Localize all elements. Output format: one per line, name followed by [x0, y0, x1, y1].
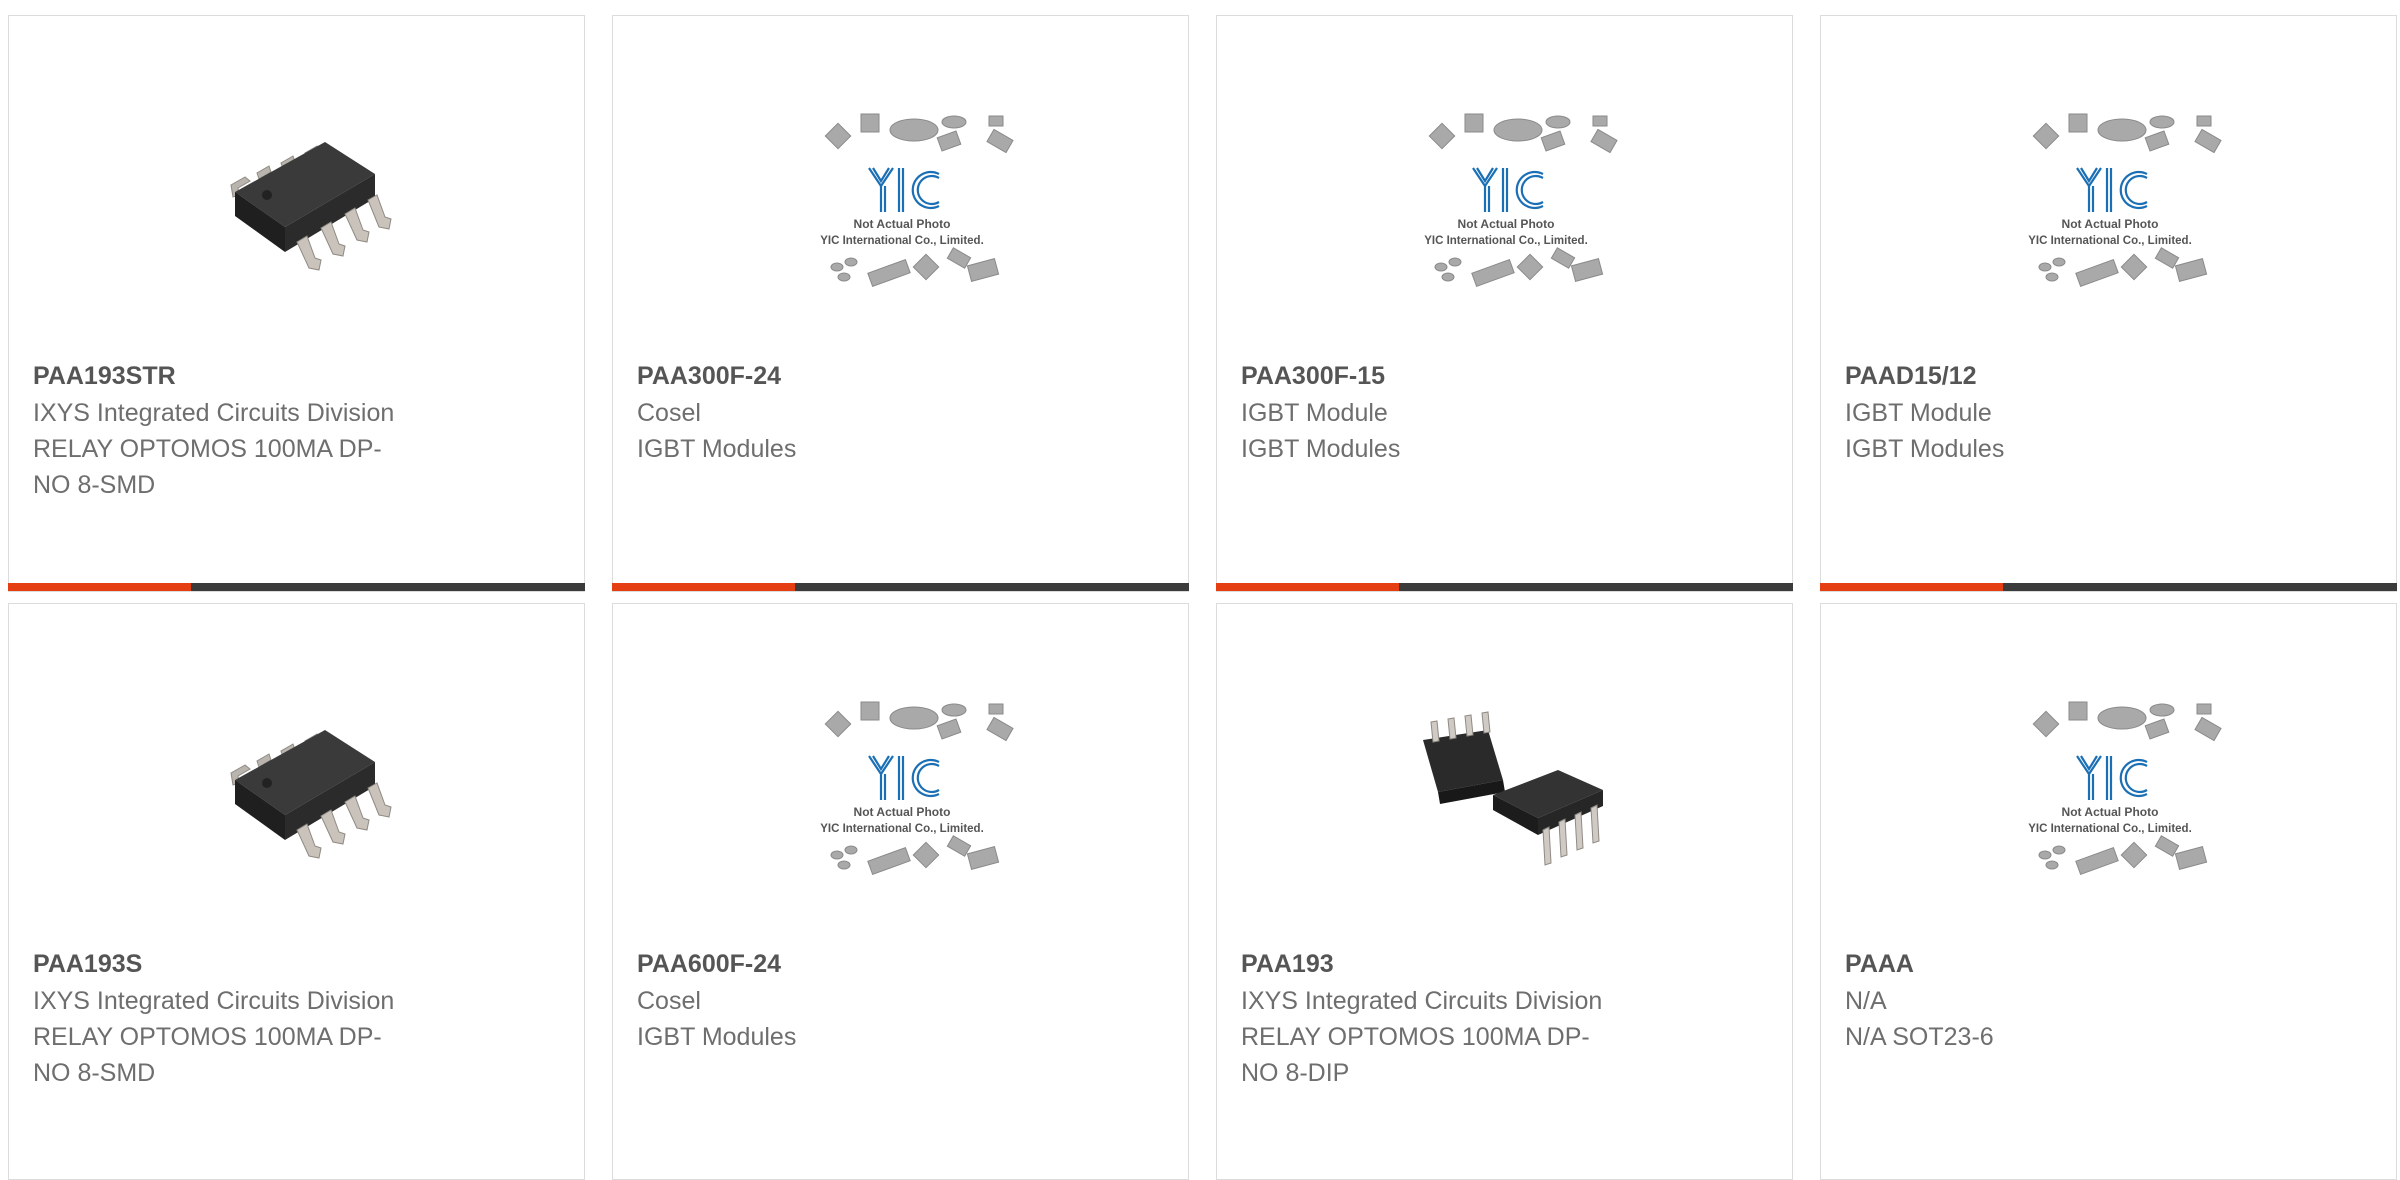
part-number[interactable]: PAA600F-24	[637, 946, 1067, 983]
product-line-1: Cosel	[637, 399, 701, 427]
product-line-2: IGBT Modules	[1845, 435, 2005, 463]
accent-bar-dark	[191, 583, 585, 591]
part-number[interactable]: PAA300F-15	[1241, 358, 1671, 395]
product-info: PAA300F-24 Cosel IGBT Modules	[637, 358, 1067, 467]
accent-bar-dark	[2003, 583, 2397, 591]
product-card[interactable]: PAA193STR IXYS Integrated Circuits Divis…	[8, 15, 585, 592]
part-number[interactable]: PAAA	[1845, 946, 2275, 983]
card-accent-bar	[8, 583, 585, 591]
product-card[interactable]: PAA193 IXYS Integrated Circuits Division…	[1216, 603, 1793, 1180]
product-line-2: IGBT Modules	[637, 435, 797, 463]
smd-8-chip-icon	[185, 82, 411, 308]
product-image[interactable]: Not Actual Photo YIC International Co., …	[1393, 82, 1619, 308]
product-line-3: NO 8-SMD	[33, 471, 156, 499]
product-info: PAAD15/12 IGBT Module IGBT Modules	[1845, 358, 2275, 467]
product-line-1: IGBT Module	[1241, 399, 1388, 427]
yic-placeholder-image: Not Actual Photo YIC International Co., …	[789, 670, 1015, 896]
product-line-2: IGBT Modules	[1241, 435, 1401, 463]
placeholder-caption-1: Not Actual Photo	[854, 217, 951, 231]
product-image[interactable]	[185, 82, 411, 308]
product-image[interactable]: Not Actual Photo YIC International Co., …	[789, 82, 1015, 308]
placeholder-caption-1: Not Actual Photo	[1458, 217, 1555, 231]
product-image[interactable]	[1393, 670, 1619, 896]
product-info: PAA193S IXYS Integrated Circuits Divisio…	[33, 946, 463, 1091]
product-grid: PAA193STR IXYS Integrated Circuits Divis…	[8, 15, 2397, 1180]
product-image[interactable]: Not Actual Photo YIC International Co., …	[1997, 82, 2223, 308]
placeholder-caption-1: Not Actual Photo	[2062, 805, 2159, 819]
part-number[interactable]: PAA193	[1241, 946, 1671, 983]
product-line-1: IXYS Integrated Circuits Division	[1241, 987, 1603, 1015]
product-info: PAAA N/A N/A SOT23-6	[1845, 946, 2275, 1055]
accent-bar-dark	[795, 583, 1189, 591]
product-line-2: RELAY OPTOMOS 100MA DP-	[1241, 1023, 1590, 1051]
product-info: PAA600F-24 Cosel IGBT Modules	[637, 946, 1067, 1055]
card-accent-bar	[612, 583, 1189, 591]
product-card[interactable]: PAA193S IXYS Integrated Circuits Divisio…	[8, 603, 585, 1180]
product-card[interactable]: Not Actual Photo YIC International Co., …	[612, 15, 1189, 592]
product-image[interactable]	[185, 670, 411, 896]
product-line-1: Cosel	[637, 987, 701, 1015]
product-card[interactable]: Not Actual Photo YIC International Co., …	[612, 603, 1189, 1180]
placeholder-caption-2: YIC International Co., Limited.	[820, 823, 984, 835]
part-number[interactable]: PAA300F-24	[637, 358, 1067, 395]
product-line-3: NO 8-SMD	[33, 1059, 156, 1087]
product-info: PAA193 IXYS Integrated Circuits Division…	[1241, 946, 1671, 1091]
accent-bar-red	[1820, 583, 2003, 591]
product-image[interactable]: Not Actual Photo YIC International Co., …	[1997, 670, 2223, 896]
yic-placeholder-image: Not Actual Photo YIC International Co., …	[1997, 82, 2223, 308]
product-line-3: NO 8-DIP	[1241, 1059, 1350, 1087]
product-line-2: RELAY OPTOMOS 100MA DP-	[33, 1023, 382, 1051]
part-number[interactable]: PAA193S	[33, 946, 463, 983]
product-info: PAA300F-15 IGBT Module IGBT Modules	[1241, 358, 1671, 467]
part-number[interactable]: PAAD15/12	[1845, 358, 2275, 395]
product-info: PAA193STR IXYS Integrated Circuits Divis…	[33, 358, 463, 503]
placeholder-caption-1: Not Actual Photo	[2062, 217, 2159, 231]
yic-placeholder-image: Not Actual Photo YIC International Co., …	[1393, 82, 1619, 308]
smd-8-chip-icon	[185, 670, 411, 896]
product-image[interactable]: Not Actual Photo YIC International Co., …	[789, 670, 1015, 896]
placeholder-caption-2: YIC International Co., Limited.	[1424, 235, 1588, 247]
product-line-2: IGBT Modules	[637, 1023, 797, 1051]
product-line-1: IXYS Integrated Circuits Division	[33, 399, 395, 427]
product-card[interactable]: Not Actual Photo YIC International Co., …	[1216, 15, 1793, 592]
part-number[interactable]: PAA193STR	[33, 358, 463, 395]
dip-8-chip-icon	[1393, 670, 1619, 896]
accent-bar-red	[1216, 583, 1399, 591]
product-line-2: RELAY OPTOMOS 100MA DP-	[33, 435, 382, 463]
product-card[interactable]: Not Actual Photo YIC International Co., …	[1820, 15, 2397, 592]
card-accent-bar	[1216, 583, 1793, 591]
yic-placeholder-image: Not Actual Photo YIC International Co., …	[789, 82, 1015, 308]
product-line-2: N/A SOT23-6	[1845, 1023, 1994, 1051]
placeholder-caption-1: Not Actual Photo	[854, 805, 951, 819]
accent-bar-dark	[1399, 583, 1793, 591]
product-card[interactable]: Not Actual Photo YIC International Co., …	[1820, 603, 2397, 1180]
product-line-1: N/A	[1845, 987, 1887, 1015]
accent-bar-red	[612, 583, 795, 591]
accent-bar-red	[8, 583, 191, 591]
product-line-1: IGBT Module	[1845, 399, 1992, 427]
placeholder-caption-2: YIC International Co., Limited.	[2028, 235, 2192, 247]
product-line-1: IXYS Integrated Circuits Division	[33, 987, 395, 1015]
card-accent-bar	[1820, 583, 2397, 591]
yic-placeholder-image: Not Actual Photo YIC International Co., …	[1997, 670, 2223, 896]
placeholder-caption-2: YIC International Co., Limited.	[2028, 823, 2192, 835]
placeholder-caption-2: YIC International Co., Limited.	[820, 235, 984, 247]
